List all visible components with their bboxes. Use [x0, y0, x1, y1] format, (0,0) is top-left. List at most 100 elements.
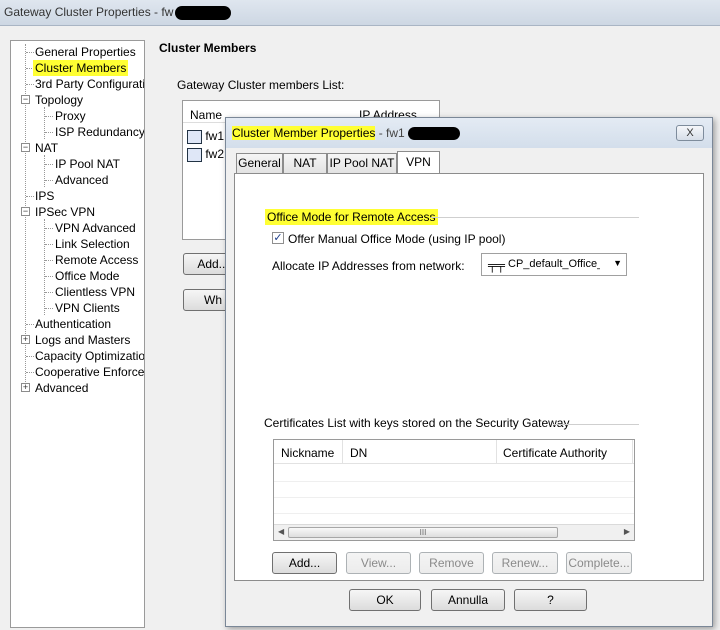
dialog-title-text: Cluster Member Properties [232, 126, 376, 140]
tree-connector [45, 244, 53, 245]
dialog-title: Cluster Member Properties - fw1 [232, 126, 460, 141]
cluster-member-properties-dialog: Cluster Member Properties - fw1 X Genera… [225, 117, 713, 627]
tab-nat[interactable]: NAT [283, 153, 327, 174]
tree-item-vpn-clients[interactable]: VPN Clients [55, 300, 120, 316]
close-button[interactable]: X [676, 125, 704, 141]
tree-connector [45, 308, 53, 309]
column-header-certificate-authority[interactable]: Certificate Authority [503, 446, 607, 460]
remove-certificate-button[interactable]: Remove [419, 552, 484, 574]
column-separator [342, 440, 343, 464]
column-header-nickname[interactable]: Nickname [281, 446, 334, 460]
group-divider [431, 217, 639, 218]
certificates-group-title: Certificates List with keys stored on th… [264, 416, 570, 430]
tree-item-office-mode[interactable]: Office Mode [55, 268, 119, 284]
tree-item-isp-redundancy[interactable]: ISP Redundancy [55, 124, 144, 140]
offer-office-mode-label[interactable]: Offer Manual Office Mode (using IP pool) [288, 232, 505, 246]
scroll-left-icon[interactable]: ◀ [278, 527, 284, 536]
horizontal-scrollbar[interactable]: ◀ III ▶ [274, 524, 634, 540]
tree-connector [45, 228, 53, 229]
collapse-icon[interactable]: − [21, 207, 30, 216]
window-title: Gateway Cluster Properties - fw [4, 5, 232, 20]
tree-connector [45, 132, 53, 133]
network-icon: ╤╤ [488, 258, 506, 272]
tab-vpn[interactable]: VPN [397, 151, 440, 173]
expand-icon[interactable]: + [21, 383, 30, 392]
tree-item-clientless-vpn[interactable]: Clientless VPN [55, 284, 135, 300]
view-certificate-button[interactable]: View... [346, 552, 411, 574]
column-header-name[interactable]: Name [190, 108, 222, 122]
tree-item-capacity-optimization[interactable]: Capacity Optimization [35, 348, 144, 364]
redacted-mark [175, 5, 232, 20]
tree-connector [44, 155, 45, 187]
allocate-ip-label: Allocate IP Addresses from network: [272, 259, 465, 273]
chevron-down-icon: ▼ [613, 258, 622, 268]
tree-connector [26, 84, 34, 85]
tree-item-cluster-members[interactable]: Cluster Members [33, 60, 129, 76]
collapse-icon[interactable]: − [21, 143, 30, 152]
scroll-right-icon[interactable]: ▶ [624, 527, 630, 536]
list-item[interactable]: fw2 [187, 145, 224, 163]
tree-connector [44, 219, 45, 315]
group-divider [553, 424, 639, 425]
tree-connector [45, 260, 53, 261]
tree-item-nat-advanced[interactable]: Advanced [55, 172, 108, 188]
tree-item-proxy[interactable]: Proxy [55, 108, 86, 124]
tree-item-remote-access[interactable]: Remote Access [55, 252, 138, 268]
tree-item-ips[interactable]: IPS [35, 188, 54, 204]
tree-item-3rd-party-configuration[interactable]: 3rd Party Configuration [35, 76, 144, 92]
redacted-mark [407, 127, 460, 141]
tree-connector [45, 116, 53, 117]
tree-connector [26, 52, 34, 53]
renew-certificate-button[interactable]: Renew... [492, 552, 558, 574]
network-select-value: CP_default_Office_M [508, 258, 600, 270]
expand-icon[interactable]: + [21, 335, 30, 344]
tree-connector [44, 107, 45, 139]
scrollbar-thumb[interactable]: III [288, 527, 558, 538]
tree-connector [45, 276, 53, 277]
members-list-label: Gateway Cluster members List: [177, 78, 345, 92]
member-name: fw1 [205, 129, 225, 143]
navigation-tree: − − − + + General Properties Cluster Mem… [10, 40, 145, 628]
list-item[interactable]: fw1 [187, 127, 224, 145]
certificates-table[interactable]: Nickname DN Certificate Authority ◀ III … [273, 439, 635, 541]
tab-general[interactable]: General [236, 153, 283, 174]
help-button[interactable]: ? [514, 589, 587, 611]
network-select[interactable]: ╤╤ CP_default_Office_M ▼ [481, 253, 627, 276]
window-title-text: Gateway Cluster Properties - fw [4, 5, 174, 19]
collapse-icon[interactable]: − [21, 95, 30, 104]
tree-connector [26, 196, 34, 197]
offer-office-mode-checkbox[interactable]: ✓ [272, 232, 284, 244]
tree-item-cooperative-enforcement[interactable]: Cooperative Enforcement [35, 364, 144, 380]
tree-connector [45, 164, 53, 165]
ok-button[interactable]: OK [349, 589, 421, 611]
column-header-dn[interactable]: DN [350, 446, 367, 460]
tree-connector [26, 372, 34, 373]
tree-connector [26, 356, 34, 357]
cluster-member-icon [187, 129, 202, 144]
main-titlebar: Gateway Cluster Properties - fw [0, 0, 720, 26]
certificates-table-header: Nickname DN Certificate Authority [274, 440, 634, 464]
complete-certificate-button[interactable]: Complete... [566, 552, 632, 574]
tree-item-nat[interactable]: NAT [35, 140, 58, 156]
add-certificate-button[interactable]: Add... [272, 552, 337, 574]
tree-item-authentication[interactable]: Authentication [35, 316, 111, 332]
column-separator [632, 440, 633, 464]
tree-item-ip-pool-nat[interactable]: IP Pool NAT [55, 156, 120, 172]
tree-item-topology[interactable]: Topology [35, 92, 83, 108]
tab-ip-pool-nat[interactable]: IP Pool NAT [327, 153, 397, 174]
tree-item-ipsec-vpn[interactable]: IPSec VPN [35, 204, 95, 220]
dialog-title-suffix: - fw1 [375, 126, 405, 140]
tree-item-vpn-advanced[interactable]: VPN Advanced [55, 220, 136, 236]
tree-item-logs-and-masters[interactable]: Logs and Masters [35, 332, 130, 348]
tree-connector [45, 180, 53, 181]
tree-item-link-selection[interactable]: Link Selection [55, 236, 130, 252]
table-row [274, 513, 634, 514]
tree-item-general-properties[interactable]: General Properties [35, 44, 136, 60]
page-title: Cluster Members [159, 41, 257, 55]
office-mode-group-title: Office Mode for Remote Access [265, 209, 438, 225]
cancel-button[interactable]: Annulla [431, 589, 505, 611]
tree-item-advanced[interactable]: Advanced [35, 380, 88, 396]
dialog-titlebar[interactable]: Cluster Member Properties - fw1 X [226, 118, 712, 148]
column-separator [496, 440, 497, 464]
table-row [274, 481, 634, 482]
